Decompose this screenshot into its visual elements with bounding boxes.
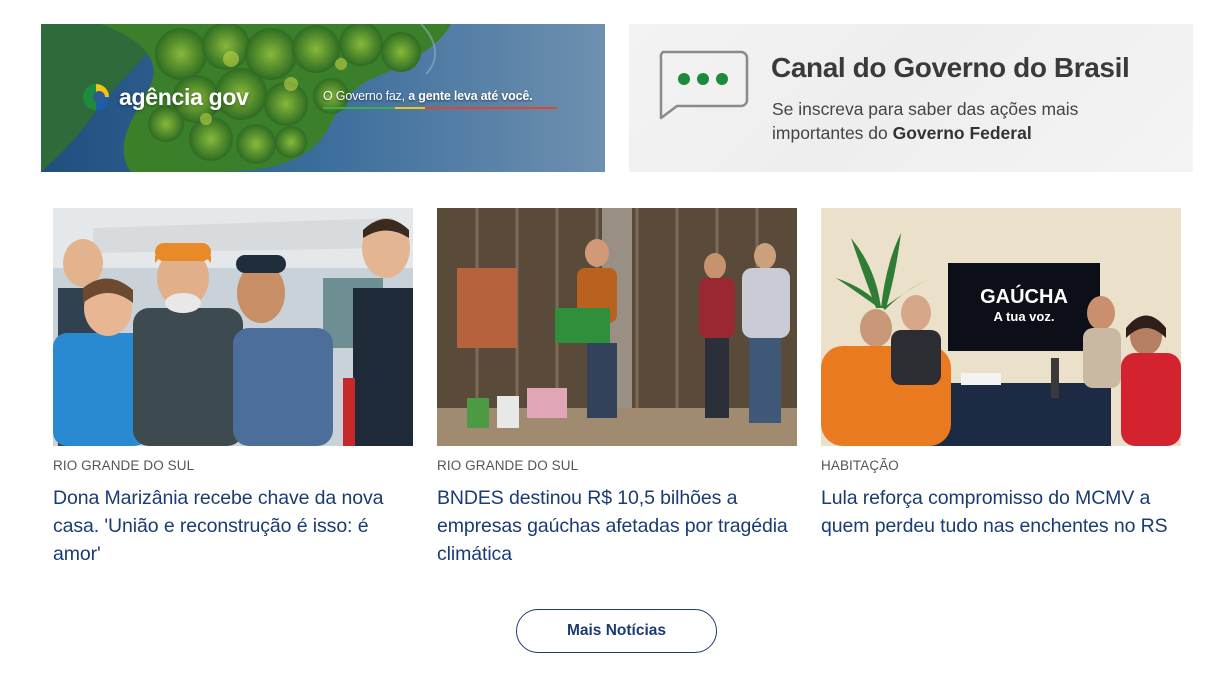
news-card[interactable]: RIO GRANDE DO SUL BNDES destinou R$ 10,5…	[437, 208, 797, 568]
news-image-flood-store-photo[interactable]	[437, 208, 797, 446]
news-category: RIO GRANDE DO SUL	[437, 458, 579, 473]
tv-screen-subtitle: A tua voz.	[994, 309, 1055, 324]
news-card[interactable]: GAÚCHA A tua voz. HABITAÇÃO Lula reforça…	[821, 208, 1181, 540]
news-title-link[interactable]: Dona Marizânia recebe chave da nova casa…	[53, 484, 413, 568]
news-image-radio-interview-photo[interactable]: GAÚCHA A tua voz.	[821, 208, 1181, 446]
agencia-gov-banner[interactable]: agência gov O Governo faz, a gente leva …	[41, 24, 605, 172]
agencia-gov-logo: agência gov	[81, 82, 249, 112]
news-card[interactable]: RIO GRANDE DO SUL Dona Marizânia recebe …	[53, 208, 413, 568]
news-title-link[interactable]: Lula reforça compromisso do MCMV a quem …	[821, 484, 1181, 540]
tv-screen-title: GAÚCHA	[980, 284, 1068, 308]
canal-governo-subtitle-line2: importantes do Governo Federal	[772, 121, 1172, 145]
canal-governo-subtitle-line1: Se inscreva para saber das ações mais	[772, 99, 1079, 119]
news-category: HABITAÇÃO	[821, 458, 899, 473]
more-news-button[interactable]: Mais Notícias	[516, 609, 717, 653]
slogan-underline	[323, 107, 557, 109]
canal-governo-subtitle-line2-bold: Governo Federal	[892, 123, 1032, 143]
canal-governo-banner[interactable]: Canal do Governo do Brasil Se inscreva p…	[629, 24, 1193, 172]
agencia-gov-slogan: O Governo faz, a gente leva até você.	[323, 89, 533, 103]
chat-bubble-icon	[659, 50, 749, 120]
agencia-gov-wordmark: agência gov	[119, 83, 249, 110]
news-image-crowd-photo[interactable]	[53, 208, 413, 446]
slogan-prefix: O Governo faz,	[323, 89, 409, 103]
slogan-suffix: a gente leva até você.	[408, 89, 533, 103]
canal-governo-title: Canal do Governo do Brasil	[771, 52, 1130, 83]
canal-governo-subtitle-line2-prefix: importantes do	[772, 123, 893, 143]
news-category: RIO GRANDE DO SUL	[53, 458, 195, 473]
canal-governo-subtitle: Se inscreva para saber das ações mais im…	[772, 97, 1172, 145]
news-title-link[interactable]: BNDES destinou R$ 10,5 bilhões a empresa…	[437, 484, 797, 568]
agencia-gov-logo-icon	[83, 84, 109, 110]
